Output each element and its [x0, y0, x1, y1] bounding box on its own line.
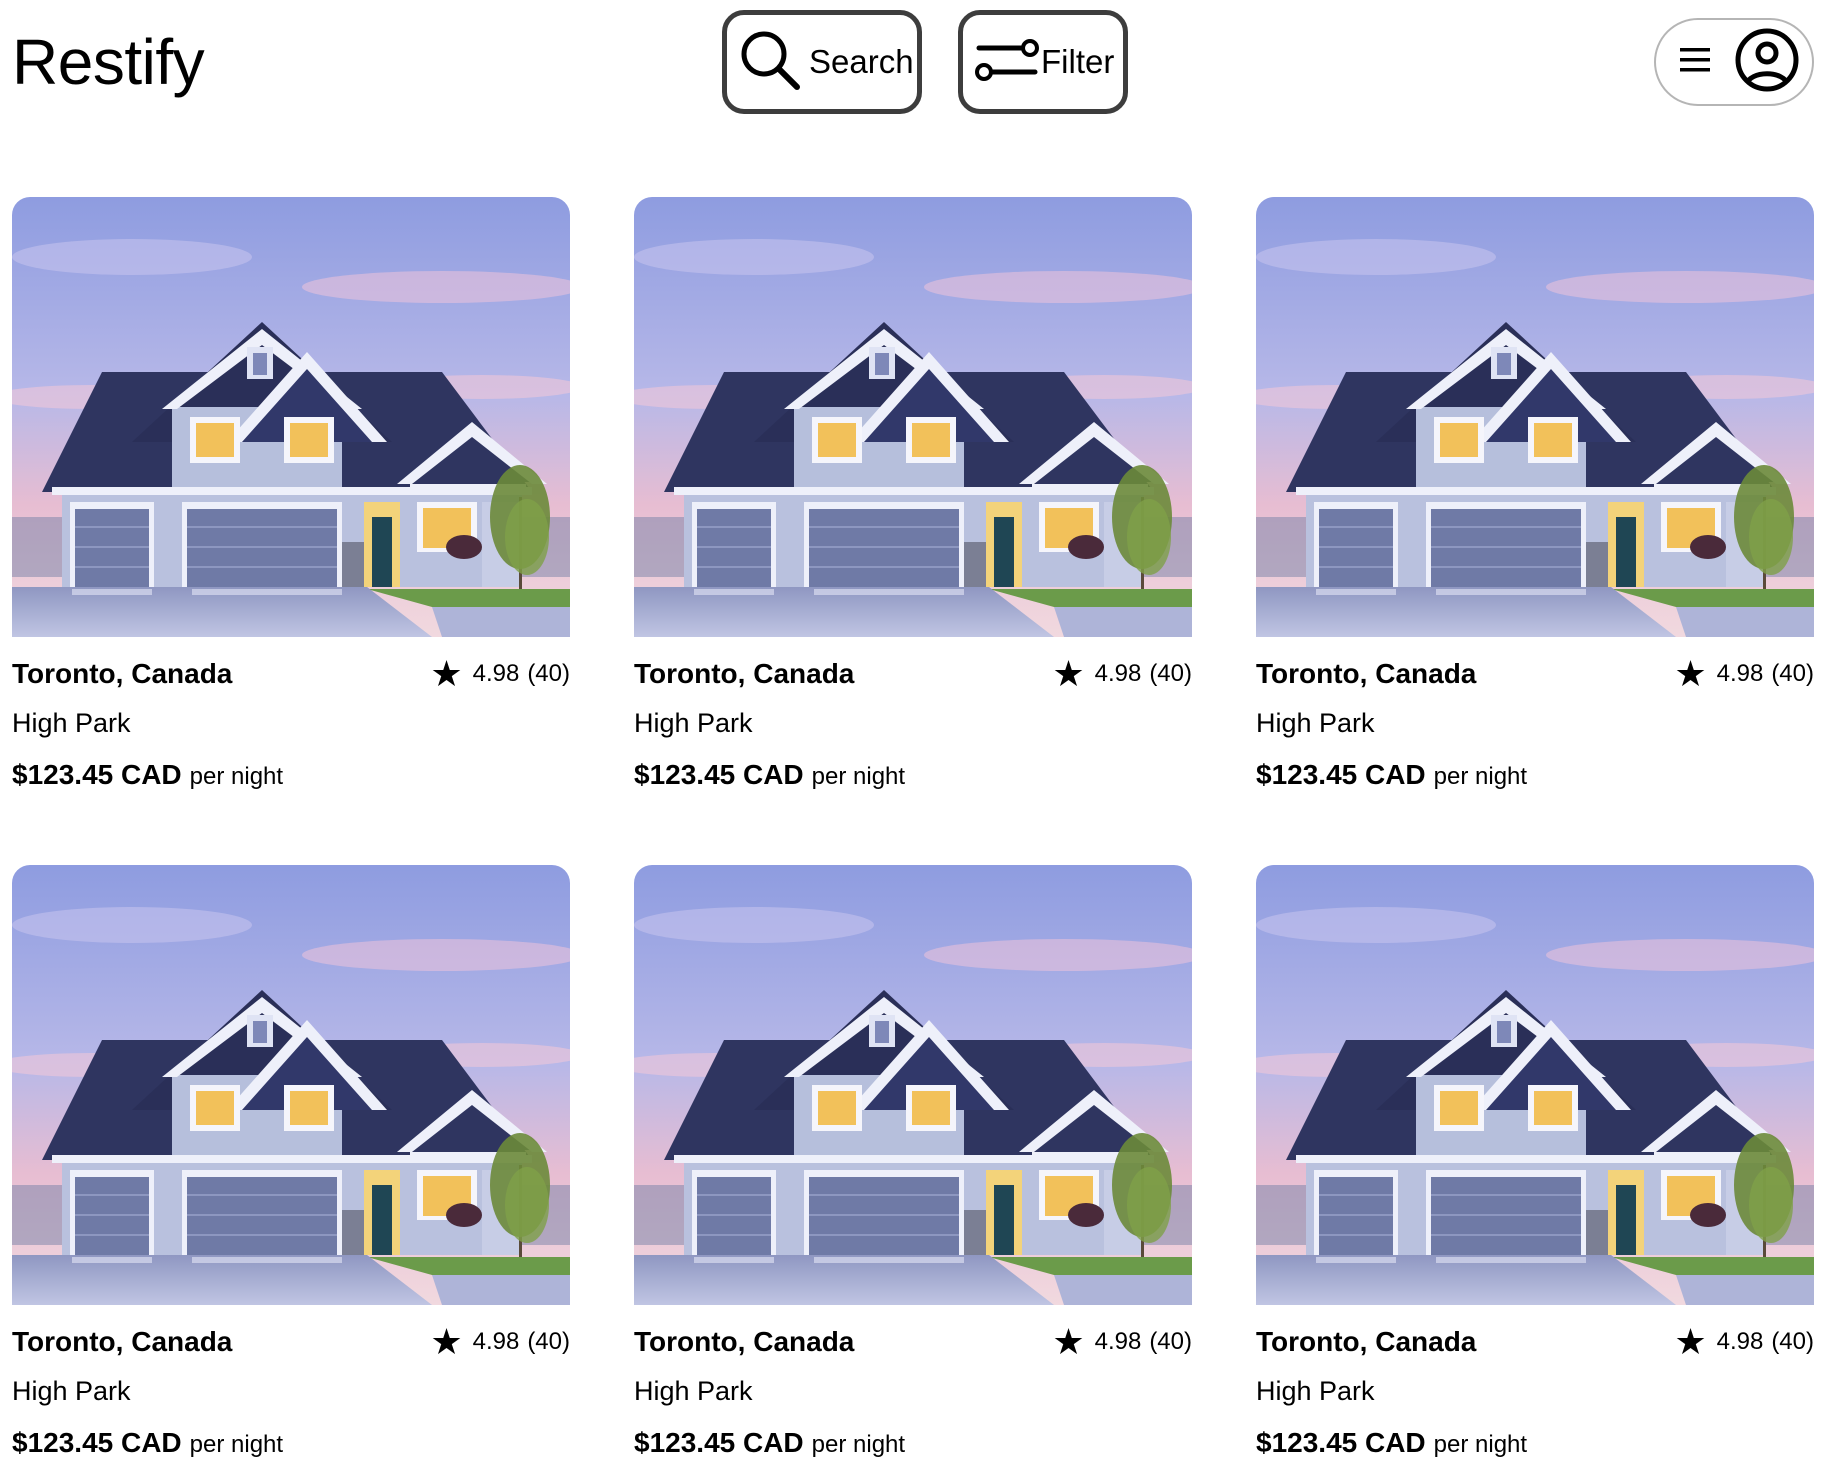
star-icon: ★ [1674, 1321, 1707, 1362]
rating-value: 4.98 [1716, 1328, 1764, 1355]
listing-price: $123.45 CAD [634, 759, 804, 790]
star-icon: ★ [1052, 1321, 1085, 1362]
rating-value: 4.98 [472, 1328, 520, 1355]
review-count: (40) [1149, 1328, 1192, 1355]
review-count: (40) [1771, 660, 1814, 687]
listing-price: $123.45 CAD [12, 1427, 182, 1458]
listing-card[interactable]: Toronto, Canada ★ 4.98 (40) High Park $1… [1256, 197, 1814, 790]
listing-photo[interactable] [12, 197, 570, 637]
listing-rating: ★ 4.98 (40) [1052, 1324, 1192, 1360]
star-icon: ★ [430, 1321, 463, 1362]
price-unit: per night [1433, 1431, 1528, 1458]
listing-price-line: $123.45 CAD per night [12, 1425, 570, 1466]
listing-city: Toronto, Canada [634, 658, 855, 689]
search-icon [737, 27, 803, 98]
listing-card[interactable]: Toronto, Canada ★ 4.98 (40) High Park $1… [12, 865, 570, 1458]
star-icon: ★ [1674, 653, 1707, 694]
hamburger-menu-icon [1680, 47, 1710, 78]
price-unit: per night [811, 763, 906, 790]
brand-logo[interactable]: Restify [12, 26, 205, 98]
listing-price-line: $123.45 CAD per night [634, 1425, 1192, 1466]
listing-photo[interactable] [12, 865, 570, 1305]
user-circle-icon [1734, 27, 1800, 98]
listing-card[interactable]: Toronto, Canada ★ 4.98 (40) High Park $1… [634, 197, 1192, 790]
review-count: (40) [1771, 1328, 1814, 1355]
listing-city: Toronto, Canada [12, 1326, 233, 1357]
listing-price: $123.45 CAD [1256, 1427, 1426, 1458]
listing-price: $123.45 CAD [634, 1427, 804, 1458]
star-icon: ★ [1052, 653, 1085, 694]
listing-price-line: $123.45 CAD per night [634, 757, 1192, 798]
listing-neighborhood: High Park [12, 1376, 131, 1406]
listing-price-line: $123.45 CAD per night [1256, 1425, 1814, 1466]
listing-neighborhood: High Park [634, 1376, 753, 1406]
price-unit: per night [189, 1431, 284, 1458]
price-unit: per night [189, 763, 284, 790]
listing-photo[interactable] [1256, 197, 1814, 637]
review-count: (40) [527, 660, 570, 687]
listing-photo[interactable] [1256, 865, 1814, 1305]
listing-neighborhood: High Park [1256, 1376, 1375, 1406]
listing-card[interactable]: Toronto, Canada ★ 4.98 (40) High Park $1… [12, 197, 570, 790]
listing-rating: ★ 4.98 (40) [1674, 656, 1814, 692]
star-icon: ★ [430, 653, 463, 694]
listing-card[interactable]: Toronto, Canada ★ 4.98 (40) High Park $1… [1256, 865, 1814, 1458]
listing-neighborhood: High Park [634, 708, 753, 738]
listing-city: Toronto, Canada [1256, 1326, 1477, 1357]
listing-photo[interactable] [634, 865, 1192, 1305]
price-unit: per night [811, 1431, 906, 1458]
filter-button-label: Filter [1041, 43, 1115, 80]
account-menu-button[interactable] [1654, 18, 1814, 106]
rating-value: 4.98 [472, 660, 520, 687]
review-count: (40) [527, 1328, 570, 1355]
listing-city: Toronto, Canada [12, 658, 233, 689]
review-count: (40) [1149, 660, 1192, 687]
listing-city: Toronto, Canada [634, 1326, 855, 1357]
listing-rating: ★ 4.98 (40) [430, 656, 570, 692]
search-button[interactable]: Search [722, 10, 922, 114]
sliders-icon [973, 34, 1039, 91]
listing-price-line: $123.45 CAD per night [1256, 757, 1814, 798]
listing-photo[interactable] [634, 197, 1192, 637]
search-button-label: Search [809, 43, 914, 80]
price-unit: per night [1433, 763, 1528, 790]
listing-neighborhood: High Park [12, 708, 131, 738]
listing-rating: ★ 4.98 (40) [1052, 656, 1192, 692]
listing-price-line: $123.45 CAD per night [12, 757, 570, 798]
listing-city: Toronto, Canada [1256, 658, 1477, 689]
listing-neighborhood: High Park [1256, 708, 1375, 738]
filter-button[interactable]: Filter [958, 10, 1128, 114]
listing-price: $123.45 CAD [12, 759, 182, 790]
rating-value: 4.98 [1094, 1328, 1142, 1355]
rating-value: 4.98 [1094, 660, 1142, 687]
listings-grid: Toronto, Canada ★ 4.98 (40) High Park $1… [12, 197, 1814, 1458]
listing-card[interactable]: Toronto, Canada ★ 4.98 (40) High Park $1… [634, 865, 1192, 1458]
listing-price: $123.45 CAD [1256, 759, 1426, 790]
rating-value: 4.98 [1716, 660, 1764, 687]
listing-rating: ★ 4.98 (40) [430, 1324, 570, 1360]
listing-rating: ★ 4.98 (40) [1674, 1324, 1814, 1360]
